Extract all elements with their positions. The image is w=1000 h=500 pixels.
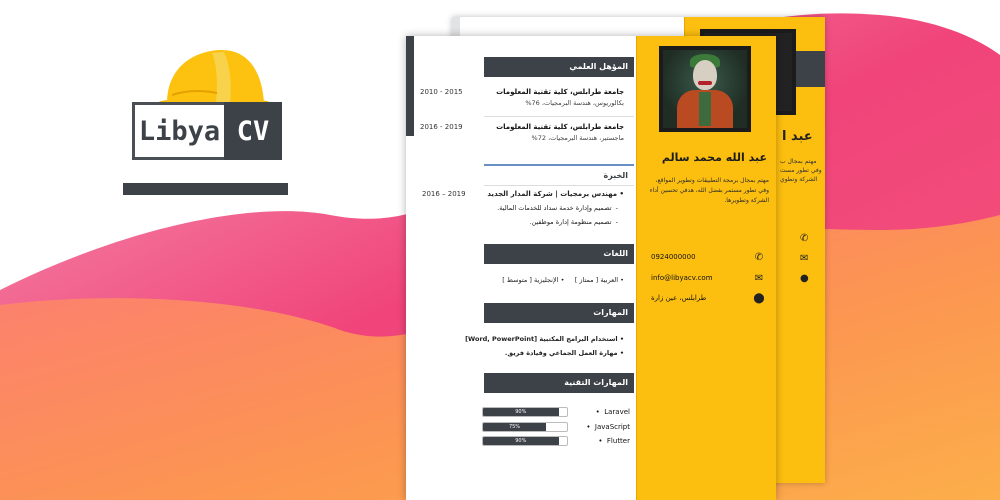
phone-icon: ✆ <box>754 251 764 263</box>
contact-phone: 0924000000 ✆ <box>651 250 765 264</box>
location-pin-icon: ● <box>800 273 809 284</box>
tech-skill-flutter: 90% • Flutter <box>482 435 630 447</box>
tech-skill-laravel: 90% • Laravel <box>482 406 630 418</box>
language-list: • العربية [ ممتاز ] • الإنجليزية [ متوسط… <box>502 276 624 284</box>
skill-level-bar: 75% <box>482 422 568 432</box>
contact-email: info@libyacv.com ✉ <box>651 271 765 285</box>
education-date-2: 2016 - 2019 <box>420 123 463 131</box>
contact-address: طرابلس، عين زارة ⬤ <box>651 291 765 305</box>
experience-title: • مهندس برمجيات | شركة المدار الجديد <box>487 190 624 198</box>
experience-task-1: - تصميم وإدارة خدمة سداد للخدمات المالية… <box>497 204 618 212</box>
skill-level-bar: 90% <box>482 436 568 446</box>
page-left-strip <box>406 36 414 136</box>
back-description: مهتم بمجال ب وفي تطور مست الشركة وتطوي <box>780 158 822 183</box>
cv-sidebar: عبد الله محمد سالم مهتم بمجال برمجة التط… <box>636 36 776 500</box>
tech-skill-javascript: 75% • JavaScript <box>482 421 630 433</box>
location-pin-icon: ⬤ <box>753 292 765 304</box>
section-heading-languages: اللغات <box>484 244 634 264</box>
profile-photo <box>659 46 751 132</box>
education-date-1: 2010 - 2015 <box>420 88 463 96</box>
back-name-fragment: عبد ا <box>782 129 813 144</box>
experience-task-2: - تصميم منظومة إدارة موظفين. <box>529 218 618 226</box>
mail-icon: ✉ <box>754 272 764 284</box>
skill-level-bar: 90% <box>482 407 568 417</box>
education-entry-1: جامعة طرابلس، كلية تقنية المعلومات بكالو… <box>496 88 624 107</box>
section-heading-education: المؤهل العلمي <box>484 57 634 77</box>
contact-email-text: info@libyacv.com <box>651 274 713 282</box>
logo-underline-bar <box>123 183 288 195</box>
contact-phone-text: 0924000000 <box>651 253 696 261</box>
libyacv-logo[interactable]: Libya CV <box>123 45 288 195</box>
experience-date: 2016 – 2019 <box>422 190 466 198</box>
section-heading-tech-skills: المهارات التقنية <box>484 373 634 393</box>
logo-text-libya: Libya <box>132 102 224 160</box>
cv-summary: مهتم بمجال برمجة التطبيقات وتطوير المواق… <box>649 177 769 204</box>
cv-page-front: عبد الله محمد سالم مهتم بمجال برمجة التط… <box>406 36 776 500</box>
education-entry-2: جامعة طرابلس، كلية تقنية المعلومات ماجست… <box>496 123 624 142</box>
skill-item-2: • مهارة العمل الجماعي وقيادة فريق. <box>504 349 624 357</box>
section-heading-skills: المهارات <box>484 303 634 323</box>
logo-wordmark: Libya CV <box>132 102 282 160</box>
back-dark-tab <box>796 51 825 87</box>
phone-icon: ✆ <box>800 233 809 244</box>
contact-address-text: طرابلس، عين زارة <box>651 294 707 302</box>
cv-name: عبد الله محمد سالم <box>661 151 767 164</box>
mail-icon: ✉ <box>800 253 809 264</box>
logo-text-cv: CV <box>224 102 282 160</box>
section-heading-experience: الخبرة <box>484 166 634 186</box>
skill-item-1: • استخدام البرامج المكتبية [Word, PowerP… <box>465 335 624 343</box>
